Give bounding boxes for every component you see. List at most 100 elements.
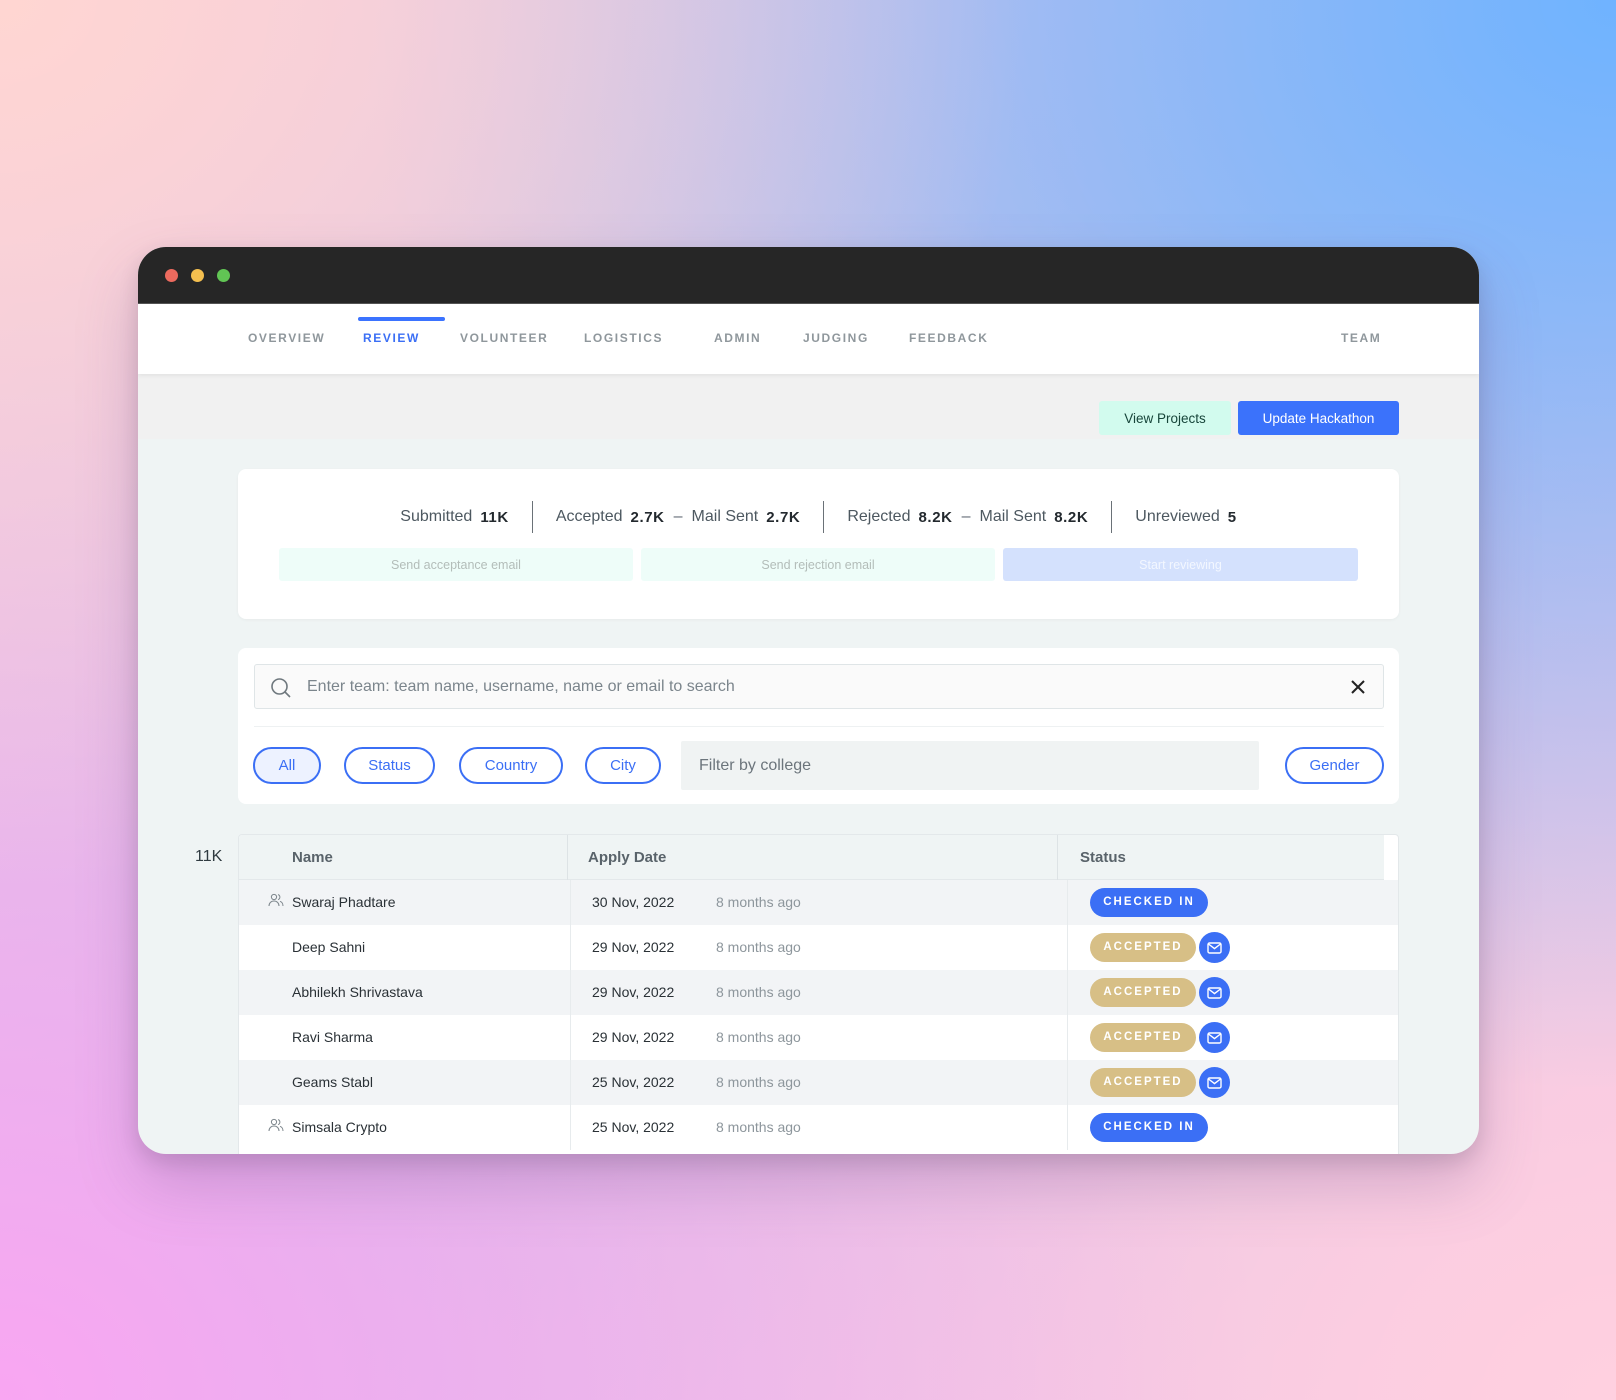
tab-volunteer[interactable]: VOLUNTEER [460,304,548,374]
action-bar: View Projects Update Hackathon [138,374,1479,439]
maximize-window-button[interactable] [217,269,230,282]
mail-icon [1207,1076,1222,1089]
status-badge[interactable]: ACCEPTED [1090,933,1196,962]
send-mail-button[interactable] [1199,1022,1230,1053]
send-mail-button[interactable] [1199,932,1230,963]
table-row[interactable]: Swaraj Phadtare 30 Nov, 2022 8 months ag… [239,880,1398,925]
table-header: Name Apply Date Status [239,835,1384,880]
applicant-name[interactable]: Ravi Sharma [292,1015,373,1060]
column-divider [570,880,571,925]
stat-label: Mail Sent [691,508,759,525]
column-divider [1057,835,1058,880]
tab-logistics[interactable]: LOGISTICS [584,304,663,374]
column-divider [570,970,571,1015]
stat-value: 11K [480,508,509,526]
college-filter-input[interactable] [681,741,1259,790]
team-icon [268,1118,284,1137]
mail-icon [1207,941,1222,954]
column-header-status[interactable]: Status [1080,835,1126,880]
column-divider [570,1105,571,1150]
status-badge[interactable]: CHECKED IN [1090,888,1208,917]
search-icon [270,677,292,704]
close-window-button[interactable] [165,269,178,282]
search-input[interactable] [307,665,1307,708]
status-badge[interactable]: ACCEPTED [1090,1023,1196,1052]
stat-label: Mail Sent [979,508,1047,525]
tab-overview[interactable]: OVERVIEW [248,304,325,374]
stat-value: 5 [1227,508,1237,526]
column-divider [1067,925,1068,970]
view-projects-button[interactable]: View Projects [1099,401,1231,435]
column-divider [1067,970,1068,1015]
table-row[interactable]: Ravi Sharma 29 Nov, 2022 8 months ago AC… [239,1015,1398,1060]
filter-card: All Status Country City Gender [238,648,1399,804]
filter-status-pill[interactable]: Status [344,747,435,784]
app-window: OVERVIEW REVIEW VOLUNTEER LOGISTICS ADMI… [138,247,1479,1154]
stat-submitted: Submitted 11K [377,508,532,526]
send-rejection-email-button[interactable]: Send rejection email [641,548,995,581]
team-icon [268,893,284,912]
status-badge[interactable]: ACCEPTED [1090,1068,1196,1097]
stat-dash: – [961,508,971,525]
title-bar [138,247,1479,304]
column-header-apply-date[interactable]: Apply Date [588,835,666,880]
applicant-name[interactable]: Abhilekh Shrivastava [292,970,423,1015]
apply-date: 29 Nov, 2022 [592,984,675,1000]
table-row[interactable]: Deep Sahni 29 Nov, 2022 8 months ago ACC… [239,925,1398,970]
table-row[interactable]: Simsala Crypto 25 Nov, 2022 8 months ago… [239,1105,1398,1150]
applicant-name[interactable]: Swaraj Phadtare [292,880,396,925]
filter-gender-pill[interactable]: Gender [1285,747,1384,784]
column-divider [570,925,571,970]
apply-date-relative: 8 months ago [716,894,801,910]
apply-date-relative: 8 months ago [716,1029,801,1045]
stats-summary: Submitted 11K Accepted 2.7K – Mail Sent … [238,501,1399,533]
apply-date: 29 Nov, 2022 [592,1029,675,1045]
apply-date-relative: 8 months ago [716,1074,801,1090]
review-stats-card: Submitted 11K Accepted 2.7K – Mail Sent … [238,469,1399,619]
apply-date: 29 Nov, 2022 [592,939,675,955]
column-divider [570,1060,571,1105]
applicant-name[interactable]: Simsala Crypto [292,1105,387,1150]
column-divider [1067,880,1068,925]
table-body: Swaraj Phadtare 30 Nov, 2022 8 months ag… [239,880,1398,1150]
mail-icon [1207,986,1222,999]
status-badge[interactable]: ACCEPTED [1090,978,1196,1007]
apply-date-relative: 8 months ago [716,939,801,955]
column-header-name[interactable]: Name [292,835,333,880]
column-divider [570,1015,571,1060]
filter-city-pill[interactable]: City [585,747,661,784]
column-divider [1067,1105,1068,1150]
applicant-name[interactable]: Geams Stabl [292,1060,373,1105]
stat-value: 2.7K [766,508,801,526]
filter-all-pill[interactable]: All [253,747,321,784]
column-divider [1067,1060,1068,1105]
divider [254,726,1384,727]
tab-admin[interactable]: ADMIN [714,304,761,374]
tab-judging[interactable]: JUDGING [803,304,869,374]
stat-value: 8.2K [918,508,953,526]
table-row[interactable]: Geams Stabl 25 Nov, 2022 8 months ago AC… [239,1060,1398,1105]
send-mail-button[interactable] [1199,977,1230,1008]
minimize-window-button[interactable] [191,269,204,282]
mail-icon [1207,1031,1222,1044]
search-box [254,664,1384,709]
total-count: 11K [195,848,223,865]
update-hackathon-button[interactable]: Update Hackathon [1238,401,1399,435]
apply-date: 25 Nov, 2022 [592,1119,675,1135]
tab-feedback[interactable]: FEEDBACK [909,304,988,374]
send-acceptance-email-button[interactable]: Send acceptance email [279,548,633,581]
applicant-name[interactable]: Deep Sahni [292,925,365,970]
status-badge[interactable]: CHECKED IN [1090,1113,1208,1142]
send-mail-button[interactable] [1199,1067,1230,1098]
stat-rejected: Rejected 8.2K – Mail Sent 8.2K [824,508,1111,526]
table-row[interactable]: Abhilekh Shrivastava 29 Nov, 2022 8 mont… [239,970,1398,1015]
top-nav: OVERVIEW REVIEW VOLUNTEER LOGISTICS ADMI… [138,304,1479,374]
filter-country-pill[interactable]: Country [459,747,563,784]
stat-unreviewed: Unreviewed 5 [1112,508,1259,526]
start-reviewing-button[interactable]: Start reviewing [1003,548,1358,581]
apply-date-relative: 8 months ago [716,984,801,1000]
close-icon[interactable] [1349,678,1367,701]
stat-label: Unreviewed [1135,508,1220,525]
tab-team[interactable]: TEAM [1341,304,1381,374]
tab-review[interactable]: REVIEW [363,304,420,374]
